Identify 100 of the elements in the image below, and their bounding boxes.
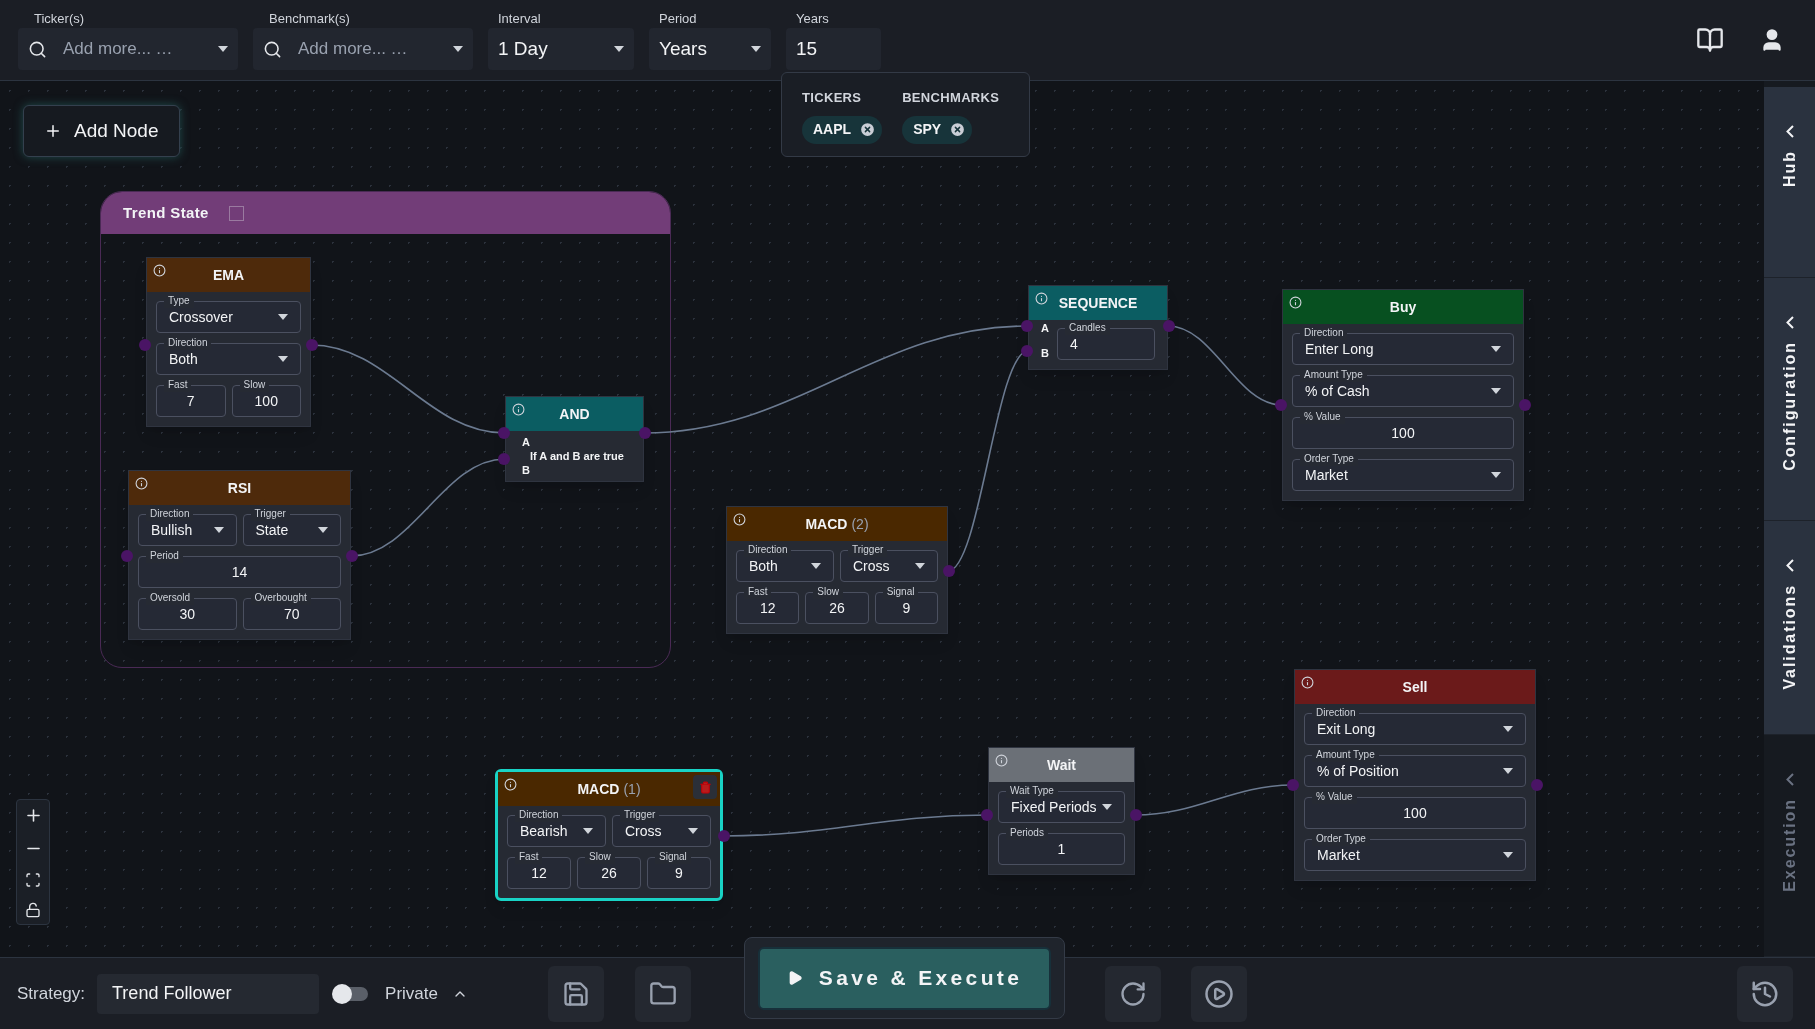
run-button[interactable] [1190, 965, 1247, 1022]
refresh-icon [1118, 979, 1147, 1008]
node-card[interactable]: MACD (1) Direction Bearish Trigger Cross Fast 12 Slow 26 Signal 9 [495, 769, 723, 901]
remove-icon[interactable] [949, 121, 967, 138]
caret-icon [583, 828, 593, 834]
node-title: Wait [1046, 755, 1076, 775]
sidebar-tab[interactable]: Hub [1764, 87, 1815, 278]
caret-icon [1503, 726, 1513, 732]
field-label: Signal [882, 585, 919, 599]
node-card[interactable]: Sell Direction Exit Long Amount Type % of Position % Value 100 Order Type Market [1294, 669, 1536, 881]
caret-icon [1503, 768, 1513, 774]
port-handle[interactable] [1287, 779, 1299, 791]
info-icon[interactable] [1301, 676, 1314, 689]
node-title: Buy [1389, 297, 1417, 317]
field-label: Benchmark(s) [269, 10, 350, 28]
port-label: A [1041, 321, 1049, 336]
info-icon[interactable] [504, 778, 517, 791]
node-counter: (1) [623, 779, 641, 799]
node-title: SEQUENCE [1058, 293, 1138, 313]
node-card[interactable]: RSI Direction Bullish Trigger State Period 14 Oversold 30 Overbought 70 [128, 470, 351, 640]
field-label: Order Type [1300, 452, 1358, 466]
save-button[interactable] [547, 965, 604, 1022]
book-icon[interactable] [1696, 26, 1724, 54]
info-icon[interactable] [135, 477, 148, 490]
group-title: Trend State [123, 202, 209, 223]
info-icon[interactable] [1289, 296, 1302, 309]
port-handle[interactable] [1021, 320, 1033, 332]
play-icon [1203, 978, 1234, 1009]
chevron-icon [1785, 125, 1794, 138]
sidebar-tab[interactable]: Validations [1764, 521, 1815, 735]
info-icon[interactable] [512, 403, 525, 416]
node-card[interactable]: AND A If A and B are true B [505, 396, 644, 482]
info-icon[interactable] [1035, 292, 1048, 305]
field-label: Trigger [620, 808, 660, 822]
port-handle[interactable] [498, 453, 510, 465]
caret-icon [1491, 346, 1501, 352]
caret-icon [318, 527, 328, 533]
node-description: If A and B are true [529, 449, 625, 463]
field-label: Signal [655, 850, 691, 864]
port-handle[interactable] [1021, 345, 1033, 357]
chevron-icon [1785, 559, 1794, 572]
caret-icon [751, 46, 761, 52]
add-node-button[interactable]: Add Node [23, 105, 180, 157]
folder-icon [648, 979, 677, 1008]
node-counter: (2) [851, 514, 869, 534]
port-handle[interactable] [981, 809, 993, 821]
fit-view-icon[interactable] [25, 872, 41, 888]
group-checkbox[interactable] [228, 205, 244, 221]
chevron-icon [1785, 773, 1794, 786]
caret-icon [453, 46, 463, 52]
node-title: EMA [212, 265, 245, 285]
sidebar-tab[interactable]: Configuration [1764, 278, 1815, 521]
chip[interactable]: AAPL [802, 115, 883, 144]
node-card[interactable]: MACD (2) Direction Both Trigger Cross Fast 12 Slow 26 Signal 9 [726, 506, 948, 634]
node-card[interactable]: SEQUENCE A B Candles 4 [1028, 285, 1168, 370]
field-label: Amount Type [1312, 748, 1379, 762]
save-execute-button[interactable]: Save & Execute [758, 946, 1051, 1010]
open-button[interactable] [634, 965, 691, 1022]
save-icon [561, 979, 590, 1008]
history-button[interactable] [1737, 965, 1793, 1022]
reset-button[interactable] [1104, 965, 1161, 1022]
caret-icon [811, 563, 821, 569]
plus-icon [44, 122, 62, 140]
search-icon [28, 39, 47, 59]
caret-icon [218, 46, 228, 52]
caret-icon [688, 828, 698, 834]
info-icon[interactable] [153, 264, 166, 277]
lock-icon[interactable] [25, 902, 41, 918]
node-title: RSI [227, 478, 252, 498]
node-card[interactable]: EMA Type Crossover Direction Both Fast 7 Slow 100 [146, 257, 311, 427]
port-label: B [1041, 345, 1049, 361]
field-label: Overbought [250, 591, 311, 605]
field-label: Type [164, 294, 194, 308]
remove-icon[interactable] [859, 121, 877, 138]
caret-icon [915, 563, 925, 569]
field-label: Wait Type [1006, 784, 1058, 798]
field-label: Interval [498, 10, 541, 28]
port-handle[interactable] [139, 339, 151, 351]
caret-icon [1491, 388, 1501, 394]
info-icon[interactable] [733, 513, 746, 526]
chip[interactable]: SPY [902, 115, 973, 144]
strategy-name-field[interactable]: Trend Follower [97, 973, 320, 1014]
caret-icon [614, 46, 624, 52]
node-card[interactable]: Buy Direction Enter Long Amount Type % of Cash % Value 100 Order Type Market [1282, 289, 1524, 501]
caret-icon [1491, 472, 1501, 478]
visibility-label: Private [385, 982, 438, 1005]
search-icon [263, 39, 282, 59]
popup-heading: BENCHMARKS [902, 89, 1000, 107]
port-handle[interactable] [498, 427, 510, 439]
field-label: Amount Type [1300, 368, 1367, 382]
node-card[interactable]: Wait Wait Type Fixed Periods Periods 1 [988, 747, 1135, 875]
field-label: Years [796, 10, 829, 28]
field-label: Period [659, 10, 697, 28]
field-label: Trigger [250, 507, 290, 521]
field-label: Order Type [1312, 832, 1370, 846]
caret-icon [1102, 804, 1112, 810]
port-handle[interactable] [1275, 399, 1287, 411]
visibility-toggle[interactable] [334, 986, 369, 1001]
port-handle[interactable] [121, 550, 133, 562]
node-title: Sell [1402, 677, 1428, 697]
